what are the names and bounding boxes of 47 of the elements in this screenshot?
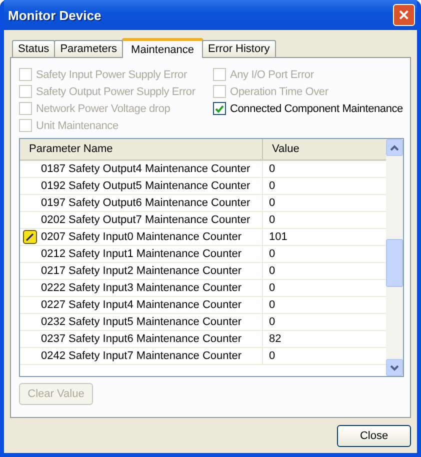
checkbox-label: Safety Output Power Supply Error: [36, 86, 196, 98]
checkbox-label: Network Power Voltage drop: [36, 102, 170, 114]
close-button[interactable]: ✕: [393, 4, 415, 26]
table-cell: 0187 Safety Output4 Maintenance Counter: [41, 163, 250, 175]
tab[interactable]: Parameters: [54, 40, 124, 57]
table-cell: 0: [269, 316, 276, 328]
checkbox-label: Connected Component Maintenance: [230, 102, 403, 114]
table-cell: 0207 Safety Input0 Maintenance Counter: [41, 231, 242, 243]
close-dialog-button[interactable]: Close: [337, 425, 411, 447]
up-caret-icon: [390, 144, 399, 150]
table-cell: 0222 Safety Input3 Maintenance Counter: [41, 282, 242, 294]
table-cell: 0242 Safety Input7 Maintenance Counter: [41, 350, 242, 362]
table-cell: 101: [269, 231, 288, 243]
column-header[interactable]: Parameter Name: [20, 139, 263, 159]
scrollbar[interactable]: [386, 139, 403, 376]
table-cell: 0197 Safety Output6 Maintenance Counter: [41, 197, 250, 209]
table-cell: 0: [269, 265, 276, 277]
table-cell: 0: [269, 180, 276, 192]
window-title: Monitor Device: [8, 8, 102, 22]
scroll-down-button[interactable]: [386, 359, 403, 376]
column-header[interactable]: Value: [263, 139, 300, 159]
tab[interactable]: Status: [12, 40, 56, 57]
table-cell: 0: [269, 163, 276, 175]
checkbox-label: Operation Time Over: [230, 86, 328, 98]
table-cell: 0212 Safety Input1 Maintenance Counter: [41, 248, 242, 260]
checkbox-label: Safety Input Power Supply Error: [36, 68, 187, 80]
table-cell: 0217 Safety Input2 Maintenance Counter: [41, 265, 242, 277]
table-cell: 0192 Safety Output5 Maintenance Counter: [41, 180, 250, 192]
table-cell: 0: [269, 282, 276, 294]
table-cell: 0237 Safety Input6 Maintenance Counter: [41, 333, 242, 345]
table-cell: 0: [269, 299, 276, 311]
checkbox-label: Any I/O Port Error: [230, 68, 314, 80]
tab[interactable]: Maintenance: [122, 38, 204, 58]
table-cell: 0202 Safety Output7 Maintenance Counter: [41, 214, 250, 226]
scroll-thumb[interactable]: [386, 239, 403, 287]
tab[interactable]: Error History: [202, 40, 276, 57]
table-cell: 0: [269, 350, 276, 362]
table-cell: 0: [269, 248, 276, 260]
table-cell: 0: [269, 214, 276, 226]
checkbox-label: Unit Maintenance: [36, 120, 118, 132]
scroll-up-button[interactable]: [386, 139, 403, 156]
table-cell: 82: [269, 333, 282, 345]
table-cell: 0232 Safety Input5 Maintenance Counter: [41, 316, 242, 328]
checkbox[interactable]: [213, 102, 226, 115]
down-caret-icon: [390, 364, 399, 370]
table-cell: 0: [269, 197, 276, 209]
table-cell: 0227 Safety Input4 Maintenance Counter: [41, 299, 242, 311]
